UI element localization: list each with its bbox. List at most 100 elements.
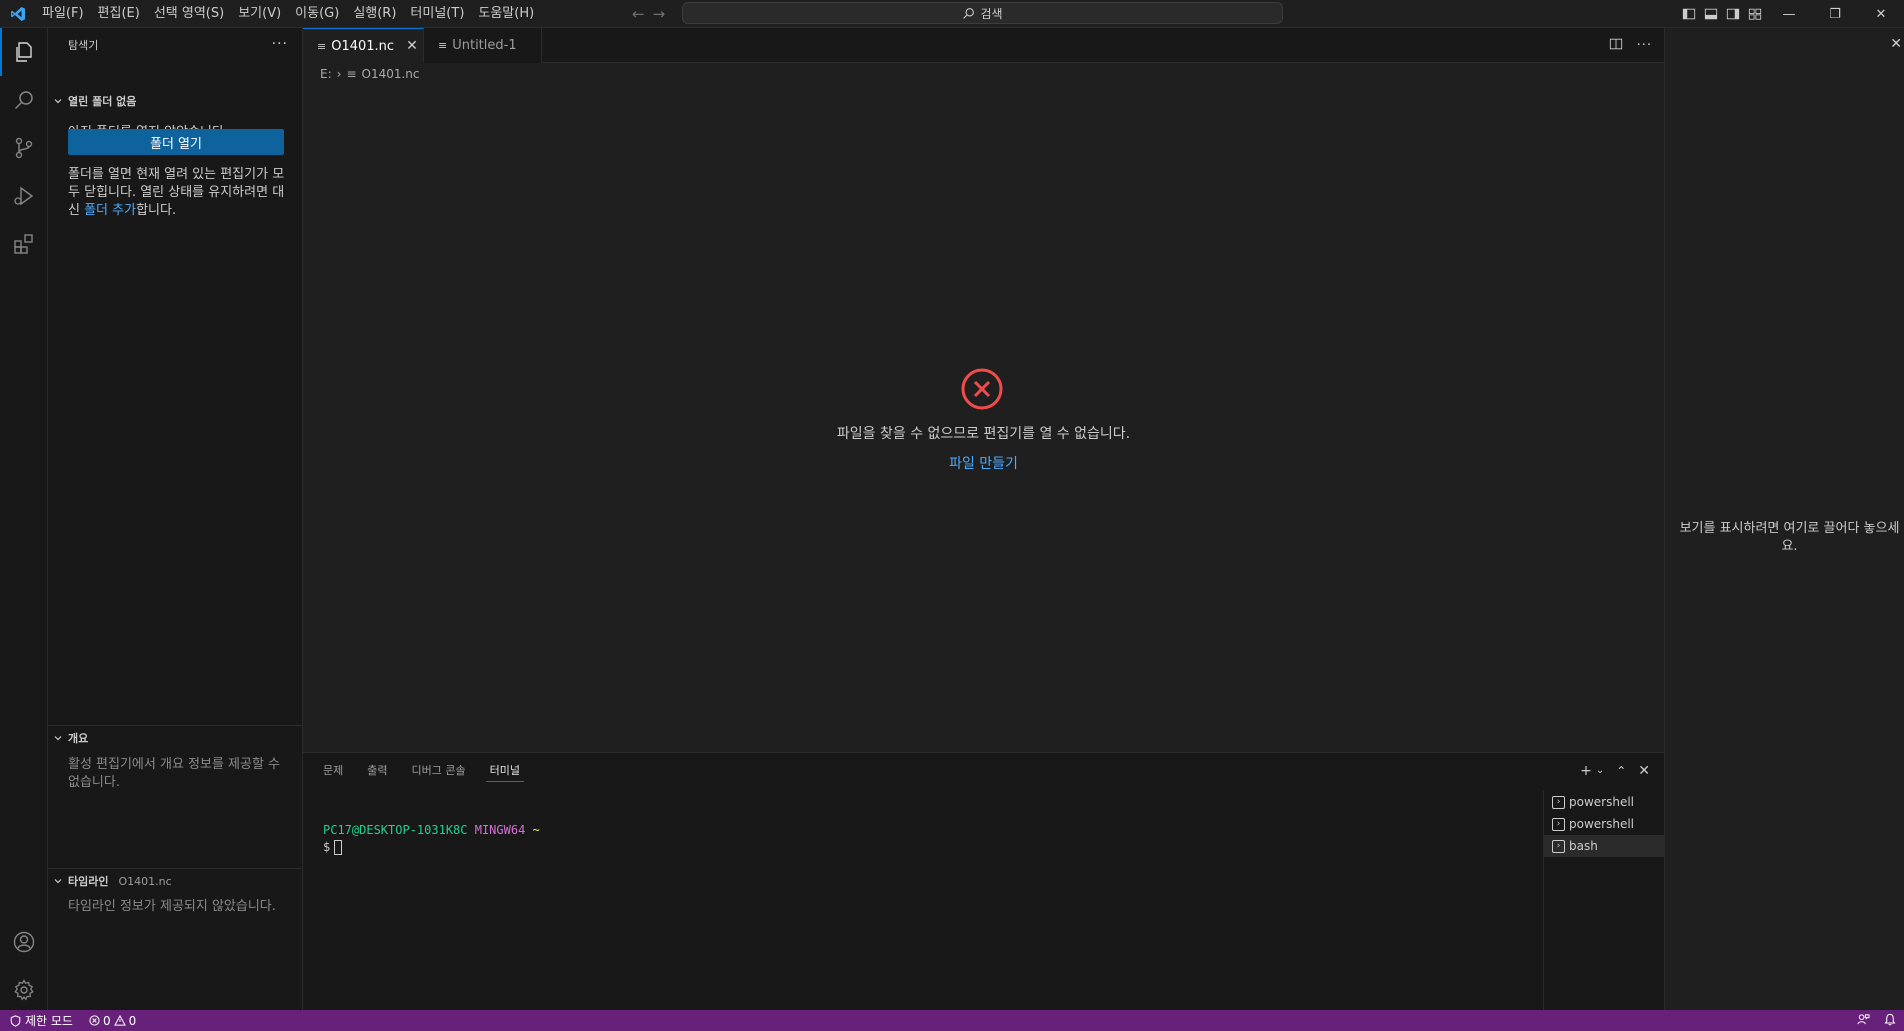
panel-tabs: 문제 출력 디버그 콘솔 터미널: [311, 753, 532, 788]
problems-indicator[interactable]: 0 0: [83, 1014, 142, 1028]
section-outline[interactable]: 개요: [48, 727, 303, 749]
run-debug-icon[interactable]: [0, 172, 48, 220]
minimize-icon[interactable]: —: [1766, 0, 1812, 28]
tab-problems[interactable]: 문제: [311, 753, 355, 788]
terminal-path: ~: [532, 823, 540, 837]
toggle-secondary-sidebar-icon[interactable]: [1722, 0, 1744, 28]
terminal-icon: ›: [1552, 817, 1565, 831]
editor-error-message: 파일을 찾을 수 없으므로 편집기를 열 수 없습니다.: [836, 426, 1131, 442]
explorer-sidebar: 탐색기 ··· 열린 폴더 없음 아직 폴더를 열지 않았습니다. 폴더 열기 …: [48, 28, 303, 1010]
error-circle-icon: [961, 368, 1003, 410]
tab-output[interactable]: 출력: [355, 753, 399, 788]
terminal-list: › powershell › powershell › bash: [1543, 791, 1664, 1011]
toggle-primary-sidebar-icon[interactable]: [1678, 0, 1700, 28]
tab-untitled[interactable]: ≡ Untitled-1: [424, 28, 542, 63]
outline-message: 활성 편집기에서 개요 정보를 제공할 수 없습니다.: [68, 757, 281, 790]
terminal-output[interactable]: PC17@DESKTOP-1031K8C MINGW64 ~ $: [323, 822, 540, 856]
editor-group: 파일을 찾을 수 없으므로 편집기를 열 수 없습니다. 파일 만들기 ≡ O1…: [303, 28, 1664, 752]
chevron-down-icon: [48, 733, 68, 743]
open-folder-note: 폴더를 열면 현재 열려 있는 편집기가 모두 닫힙니다. 열린 상태를 유지하…: [68, 166, 290, 220]
chevron-down-icon: [48, 876, 68, 886]
close-icon[interactable]: ✕: [406, 38, 418, 54]
sidebar-title: 탐색기: [68, 39, 99, 52]
menu-edit[interactable]: 편집(E): [91, 0, 147, 28]
more-actions-icon[interactable]: ···: [272, 28, 288, 63]
maximize-panel-icon[interactable]: ⌃: [1616, 764, 1626, 778]
timeline-file: O1401.nc: [118, 874, 172, 888]
section-no-folder-label: 열린 폴더 없음: [68, 95, 137, 108]
breadcrumb-file[interactable]: O1401.nc: [362, 67, 420, 81]
restore-icon[interactable]: ❐: [1812, 0, 1858, 28]
error-icon: [89, 1015, 100, 1026]
open-folder-button[interactable]: 폴더 열기: [68, 129, 284, 155]
chevron-right-icon: ›: [336, 67, 342, 81]
bottom-panel: 문제 출력 디버그 콘솔 터미널 + ⌄ ⌃ ✕ PC17@DESKTOP-10…: [303, 752, 1664, 1011]
menu-file[interactable]: 파일(F): [35, 0, 91, 28]
restricted-mode-indicator[interactable]: 제한 모드: [0, 1010, 83, 1031]
status-bar: 제한 모드 0 0: [0, 1010, 1904, 1031]
menu-go[interactable]: 이동(G): [288, 0, 346, 28]
notifications-bell-icon[interactable]: [1884, 1013, 1896, 1029]
editor-actions: ···: [1609, 28, 1652, 63]
terminal-cursor: [334, 840, 343, 855]
new-terminal-plus-icon[interactable]: +: [1580, 763, 1592, 779]
panel-actions: + ⌄ ⌃ ✕: [1580, 753, 1650, 788]
section-divider: [48, 868, 303, 869]
menu-run[interactable]: 실행(R): [346, 0, 403, 28]
tab-terminal[interactable]: 터미널: [478, 753, 532, 788]
file-lines-icon: ≡: [317, 39, 327, 53]
chevron-down-icon: [48, 96, 68, 106]
menu-view[interactable]: 보기(V): [231, 0, 288, 28]
customize-layout-icon[interactable]: [1744, 0, 1766, 28]
close-window-icon[interactable]: ✕: [1858, 0, 1904, 28]
split-editor-icon[interactable]: [1609, 37, 1623, 55]
terminal-item-powershell-2[interactable]: › powershell: [1544, 813, 1664, 835]
menu-help[interactable]: 도움말(H): [471, 0, 541, 28]
terminal-item-label: bash: [1569, 839, 1598, 853]
more-actions-icon[interactable]: ···: [1637, 38, 1652, 53]
drop-view-hint: 보기를 표시하려면 여기로 끌어다 놓으세요.: [1679, 521, 1900, 554]
shield-icon: [10, 1014, 21, 1027]
timeline-message: 타임라인 정보가 제공되지 않았습니다.: [68, 899, 276, 914]
tab-debug-console[interactable]: 디버그 콘솔: [400, 753, 478, 788]
secondary-sidebar: ✕ 보기를 표시하려면 여기로 끌어다 놓으세요.: [1664, 28, 1904, 1010]
terminal-item-bash[interactable]: › bash: [1544, 835, 1664, 857]
source-control-icon[interactable]: [0, 124, 48, 172]
create-file-link: 파일 만들기: [303, 453, 1664, 473]
tab-label: Untitled-1: [452, 38, 517, 53]
section-no-folder[interactable]: 열린 폴더 없음: [48, 90, 303, 112]
warning-icon: [113, 1015, 126, 1026]
note-text-after: 합니다.: [136, 203, 177, 218]
status-right: [1857, 1010, 1904, 1031]
terminal-item-powershell-1[interactable]: › powershell: [1544, 791, 1664, 813]
add-folder-link[interactable]: 폴더 추가: [84, 203, 136, 218]
tab-label: O1401.nc: [331, 38, 395, 54]
breadcrumb-drive[interactable]: E:: [320, 67, 332, 81]
create-file-link-text[interactable]: 파일 만들기: [949, 456, 1018, 472]
section-divider: [48, 725, 303, 726]
menu-selection[interactable]: 선택 영역(S): [147, 0, 231, 28]
vscode-logo-icon: [0, 0, 35, 28]
close-icon[interactable]: ✕: [1890, 36, 1902, 52]
search-view-icon[interactable]: [0, 76, 48, 124]
terminal-item-label: powershell: [1569, 817, 1634, 831]
section-outline-label: 개요: [68, 732, 89, 745]
terminal-item-label: powershell: [1569, 795, 1634, 809]
forward-arrow-icon[interactable]: →: [653, 5, 666, 23]
editor-tabs: ≡ O1401.nc ✕ ≡ Untitled-1 ···: [303, 28, 1664, 63]
menu-terminal[interactable]: 터미널(T): [403, 0, 471, 28]
explorer-icon[interactable]: [0, 28, 48, 76]
back-arrow-icon[interactable]: ←: [632, 5, 645, 23]
command-center-search[interactable]: 검색: [682, 2, 1283, 24]
close-panel-icon[interactable]: ✕: [1638, 763, 1650, 779]
feedback-person-icon[interactable]: [1857, 1013, 1870, 1029]
search-icon: [963, 7, 975, 19]
tab-o1401[interactable]: ≡ O1401.nc ✕: [303, 28, 424, 63]
section-timeline[interactable]: 타임라인 O1401.nc: [48, 870, 303, 892]
manage-gear-icon[interactable]: [0, 966, 48, 1014]
toggle-panel-icon[interactable]: [1700, 0, 1722, 28]
extensions-icon[interactable]: [0, 220, 48, 268]
accounts-icon[interactable]: [0, 918, 48, 966]
menu-bar: 파일(F) 편집(E) 선택 영역(S) 보기(V) 이동(G) 실행(R) 터…: [35, 0, 541, 28]
chevron-down-icon[interactable]: ⌄: [1596, 765, 1604, 776]
